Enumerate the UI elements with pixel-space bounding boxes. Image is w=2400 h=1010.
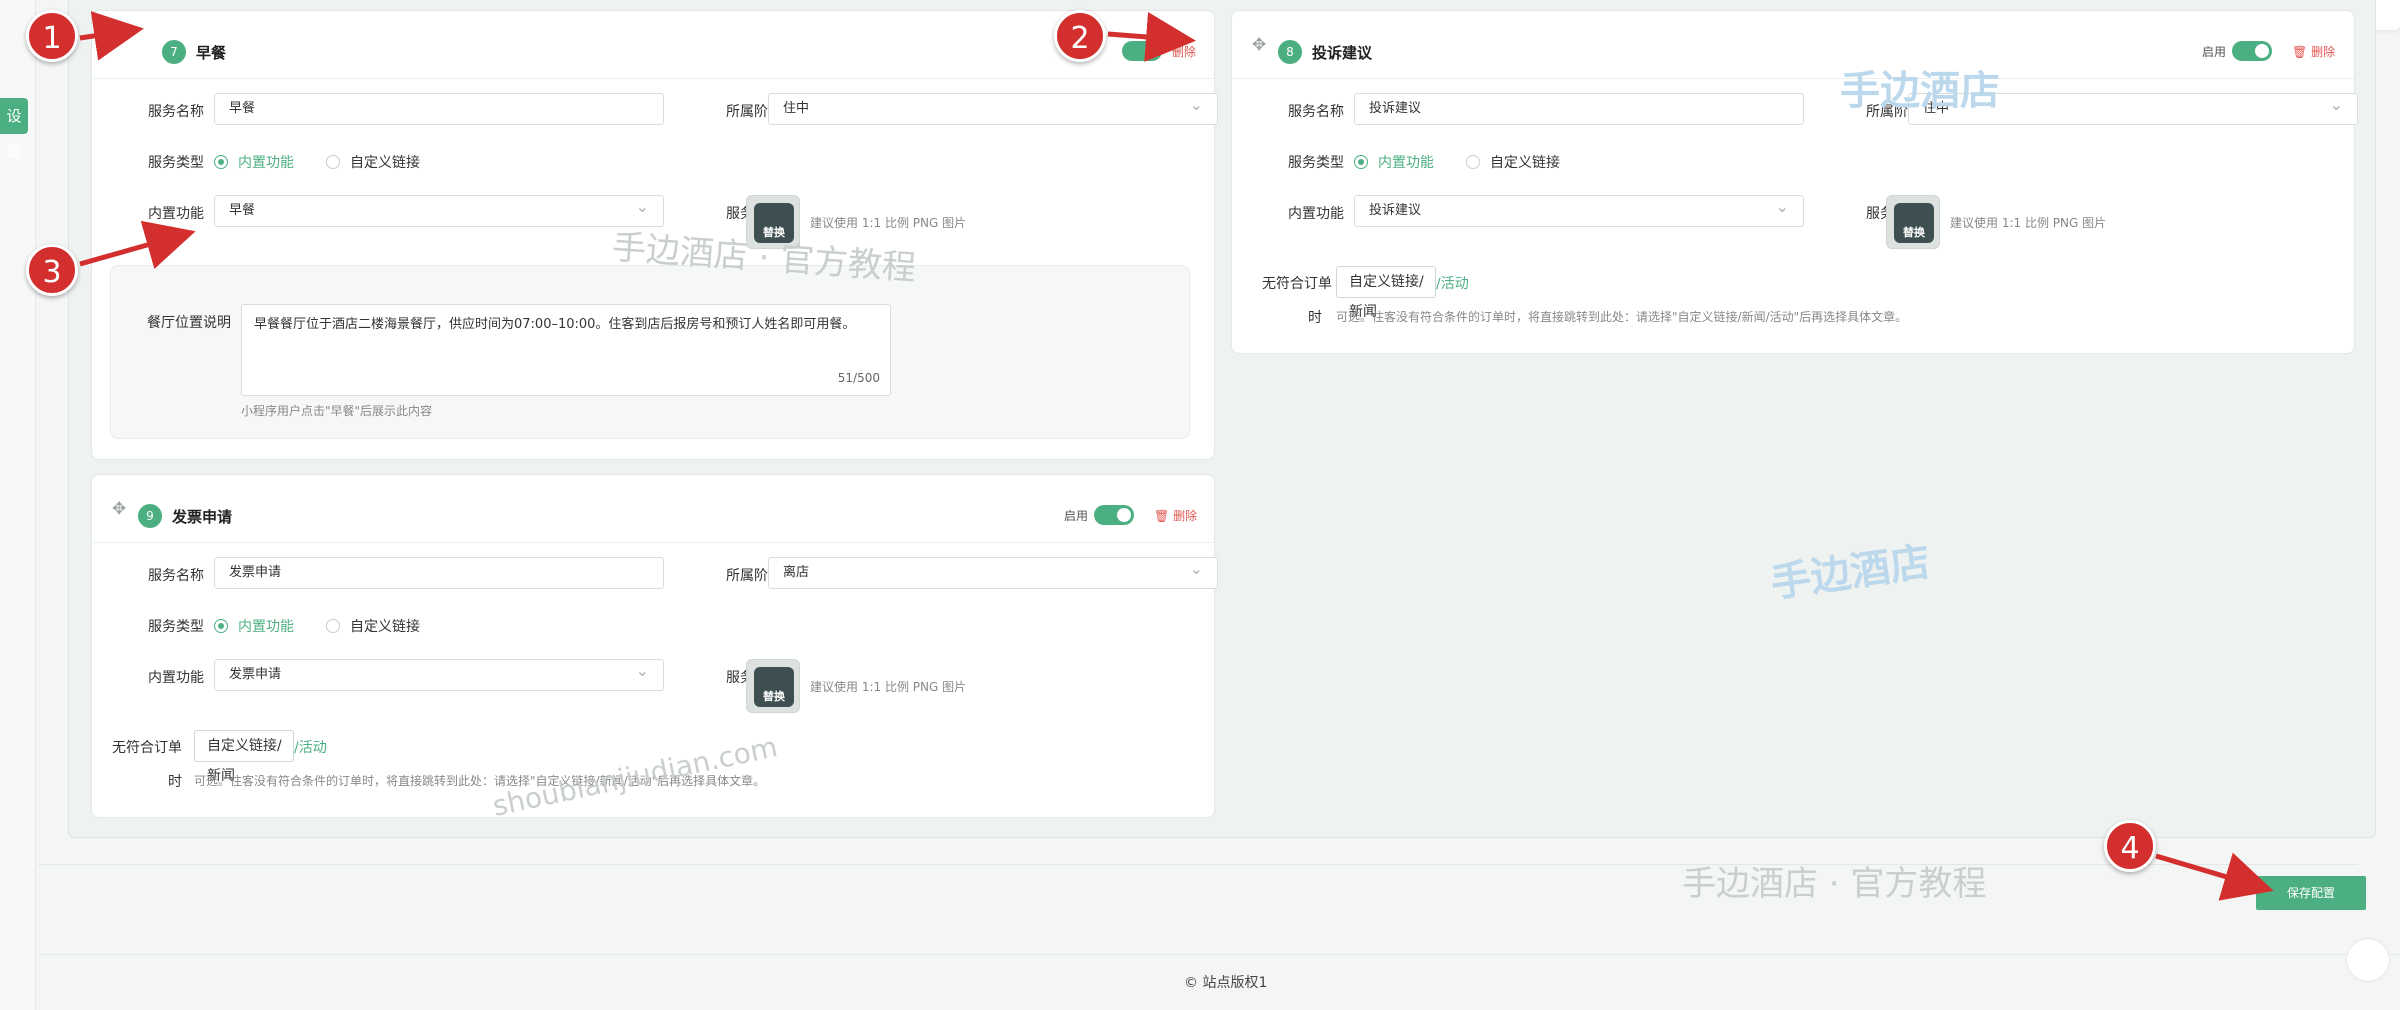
annotation-marker-4: 4 bbox=[2104, 820, 2156, 872]
arrow-4 bbox=[2155, 852, 2274, 901]
annotation-marker-1: 1 bbox=[26, 10, 78, 62]
annotation-arrows bbox=[79, 11, 2274, 901]
annotation-marker-2: 2 bbox=[1054, 10, 1106, 62]
arrow-2 bbox=[1107, 12, 1196, 62]
arrow-1 bbox=[79, 11, 144, 61]
arrow-3 bbox=[79, 220, 196, 269]
annotation-marker-3: 3 bbox=[26, 244, 78, 296]
